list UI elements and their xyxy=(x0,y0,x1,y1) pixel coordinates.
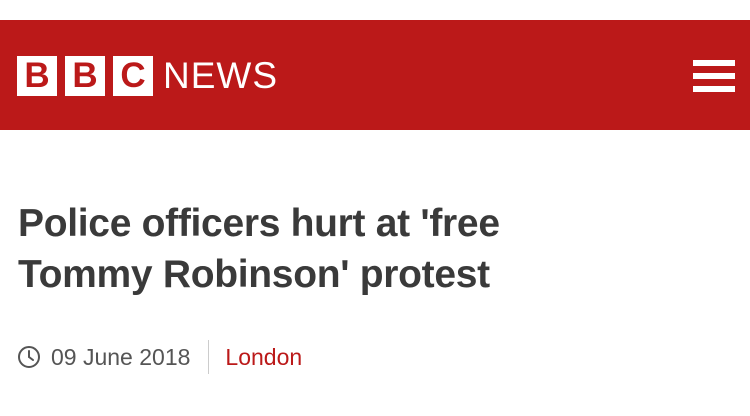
headline-line-2: Tommy Robinson' protest xyxy=(18,253,490,296)
menu-bar-top xyxy=(693,60,735,66)
bbc-news-logo[interactable]: B B C NEWS xyxy=(17,56,278,96)
menu-bar-bottom xyxy=(693,86,735,92)
clock-icon xyxy=(17,345,41,369)
section-link-london[interactable]: London xyxy=(225,344,302,371)
article-date: 09 June 2018 xyxy=(51,343,191,370)
logo-letter-c: C xyxy=(113,56,153,96)
logo-letter-b2: B xyxy=(65,56,105,96)
logo-letter-b1: B xyxy=(17,56,57,96)
menu-bar-middle xyxy=(693,73,735,79)
meta-divider xyxy=(208,340,210,374)
bbc-news-masthead: B B C NEWS xyxy=(0,20,750,130)
logo-news-word: NEWS xyxy=(163,55,278,96)
article-meta: 09 June 2018 London xyxy=(17,340,302,374)
top-whitespace xyxy=(0,0,750,20)
hamburger-menu-icon[interactable] xyxy=(693,60,735,92)
headline-line-1: Police officers hurt at 'free xyxy=(18,202,500,245)
article-headline: Police officers hurt at 'free Tommy Robi… xyxy=(18,198,718,300)
